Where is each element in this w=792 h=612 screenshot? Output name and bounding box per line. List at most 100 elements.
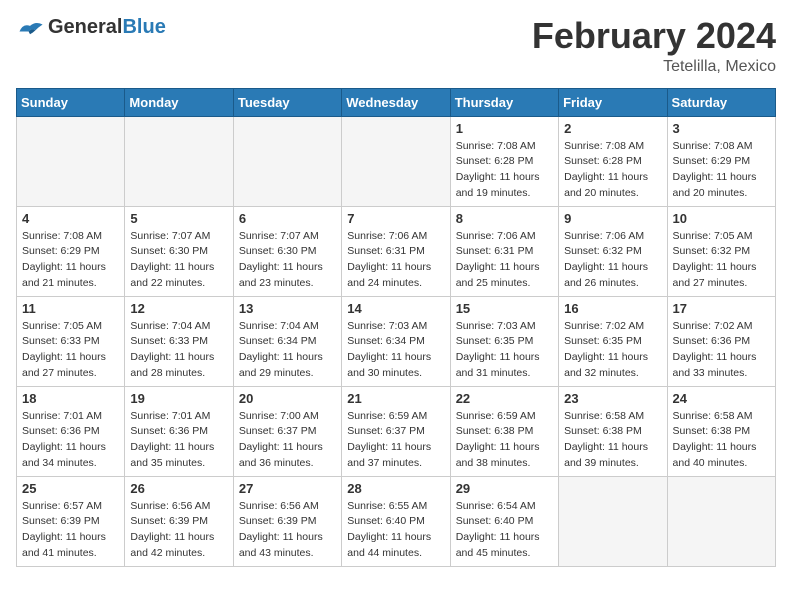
- calendar-cell: [125, 116, 233, 206]
- logo-bird-icon: [16, 17, 44, 39]
- calendar-cell: 15 Sunrise: 7:03 AMSunset: 6:35 PMDayligh…: [450, 296, 558, 386]
- logo-blue: Blue: [122, 16, 165, 38]
- day-number: 25: [22, 481, 119, 496]
- day-info: Sunrise: 6:58 AMSunset: 6:38 PMDaylight:…: [673, 409, 770, 472]
- location: Tetelilla, Mexico: [532, 58, 776, 76]
- day-info: Sunrise: 7:05 AMSunset: 6:32 PMDaylight:…: [673, 229, 770, 292]
- page-header: GeneralBlue February 2024 Tetelilla, Mex…: [16, 16, 776, 76]
- day-number: 5: [130, 211, 227, 226]
- day-info: Sunrise: 6:55 AMSunset: 6:40 PMDaylight:…: [347, 499, 444, 562]
- day-info: Sunrise: 6:58 AMSunset: 6:38 PMDaylight:…: [564, 409, 661, 472]
- calendar-cell: 17Sunrise: 7:02 AMSunset: 6:36 PMDayligh…: [667, 296, 775, 386]
- day-info: Sunrise: 6:56 AMSunset: 6:39 PMDaylight:…: [239, 499, 336, 562]
- title-block: February 2024 Tetelilla, Mexico: [532, 16, 776, 76]
- calendar-cell: 14 Sunrise: 7:03 AMSunset: 6:34 PMDayligh…: [342, 296, 450, 386]
- day-info: Sunrise: 6:57 AMSunset: 6:39 PMDaylight:…: [22, 499, 119, 562]
- calendar-cell: [233, 116, 341, 206]
- day-number: 23: [564, 391, 661, 406]
- day-number: 13: [239, 301, 336, 316]
- calendar-cell: 24 Sunrise: 6:58 AMSunset: 6:38 PMDayligh…: [667, 386, 775, 476]
- day-number: 20: [239, 391, 336, 406]
- calendar-cell: 13 Sunrise: 7:04 AMSunset: 6:34 PMDayligh…: [233, 296, 341, 386]
- calendar-cell: 9 Sunrise: 7:06 AMSunset: 6:32 PMDaylight…: [559, 206, 667, 296]
- day-number: 7: [347, 211, 444, 226]
- calendar-cell: 19 Sunrise: 7:01 AMSunset: 6:36 PMDayligh…: [125, 386, 233, 476]
- calendar-cell: 11Sunrise: 7:05 AMSunset: 6:33 PMDayligh…: [17, 296, 125, 386]
- day-number: 22: [456, 391, 553, 406]
- day-info: Sunrise: 7:07 AMSunset: 6:30 PMDaylight:…: [239, 229, 336, 292]
- day-number: 4: [22, 211, 119, 226]
- logo: GeneralBlue: [16, 16, 166, 39]
- calendar-cell: 21 Sunrise: 6:59 AMSunset: 6:37 PMDayligh…: [342, 386, 450, 476]
- calendar-cell: 29 Sunrise: 6:54 AMSunset: 6:40 PMDayligh…: [450, 476, 558, 566]
- day-info: Sunrise: 7:04 AMSunset: 6:34 PMDaylight:…: [239, 319, 336, 382]
- calendar-week-3: 11Sunrise: 7:05 AMSunset: 6:33 PMDayligh…: [17, 296, 776, 386]
- day-info: Sunrise: 7:06 AMSunset: 6:32 PMDaylight:…: [564, 229, 661, 292]
- day-header-saturday: Saturday: [667, 88, 775, 116]
- day-number: 9: [564, 211, 661, 226]
- calendar-cell: 27 Sunrise: 6:56 AMSunset: 6:39 PMDayligh…: [233, 476, 341, 566]
- day-number: 12: [130, 301, 227, 316]
- day-number: 14: [347, 301, 444, 316]
- day-number: 24: [673, 391, 770, 406]
- day-header-monday: Monday: [125, 88, 233, 116]
- day-number: 21: [347, 391, 444, 406]
- day-info: Sunrise: 7:02 AMSunset: 6:36 PMDaylight:…: [673, 319, 770, 382]
- calendar-cell: [667, 476, 775, 566]
- calendar-cell: 10Sunrise: 7:05 AMSunset: 6:32 PMDayligh…: [667, 206, 775, 296]
- calendar-cell: 4 Sunrise: 7:08 AMSunset: 6:29 PMDaylight…: [17, 206, 125, 296]
- day-info: Sunrise: 7:03 AMSunset: 6:35 PMDaylight:…: [456, 319, 553, 382]
- day-number: 1: [456, 121, 553, 136]
- logo-general: General: [48, 16, 122, 38]
- day-number: 26: [130, 481, 227, 496]
- day-info: Sunrise: 7:05 AMSunset: 6:33 PMDaylight:…: [22, 319, 119, 382]
- day-info: Sunrise: 7:08 AMSunset: 6:29 PMDaylight:…: [22, 229, 119, 292]
- day-number: 6: [239, 211, 336, 226]
- day-number: 29: [456, 481, 553, 496]
- calendar-header-row: SundayMondayTuesdayWednesdayThursdayFrid…: [17, 88, 776, 116]
- day-header-friday: Friday: [559, 88, 667, 116]
- day-info: Sunrise: 6:59 AMSunset: 6:38 PMDaylight:…: [456, 409, 553, 472]
- day-number: 15: [456, 301, 553, 316]
- calendar-cell: 28 Sunrise: 6:55 AMSunset: 6:40 PMDayligh…: [342, 476, 450, 566]
- calendar-cell: 6 Sunrise: 7:07 AMSunset: 6:30 PMDaylight…: [233, 206, 341, 296]
- calendar-cell: [342, 116, 450, 206]
- day-number: 19: [130, 391, 227, 406]
- day-info: Sunrise: 7:08 AMSunset: 6:28 PMDaylight:…: [564, 139, 661, 202]
- calendar-week-1: 1 Sunrise: 7:08 AMSunset: 6:28 PMDaylight…: [17, 116, 776, 206]
- day-info: Sunrise: 6:59 AMSunset: 6:37 PMDaylight:…: [347, 409, 444, 472]
- day-info: Sunrise: 6:54 AMSunset: 6:40 PMDaylight:…: [456, 499, 553, 562]
- calendar-cell: 25 Sunrise: 6:57 AMSunset: 6:39 PMDayligh…: [17, 476, 125, 566]
- day-info: Sunrise: 7:03 AMSunset: 6:34 PMDaylight:…: [347, 319, 444, 382]
- calendar-cell: 8Sunrise: 7:06 AMSunset: 6:31 PMDaylight…: [450, 206, 558, 296]
- day-info: Sunrise: 7:00 AMSunset: 6:37 PMDaylight:…: [239, 409, 336, 472]
- day-header-tuesday: Tuesday: [233, 88, 341, 116]
- calendar-cell: 3Sunrise: 7:08 AMSunset: 6:29 PMDaylight…: [667, 116, 775, 206]
- calendar-cell: 23 Sunrise: 6:58 AMSunset: 6:38 PMDayligh…: [559, 386, 667, 476]
- day-header-wednesday: Wednesday: [342, 88, 450, 116]
- calendar-cell: 26 Sunrise: 6:56 AMSunset: 6:39 PMDayligh…: [125, 476, 233, 566]
- calendar-cell: 2Sunrise: 7:08 AMSunset: 6:28 PMDaylight…: [559, 116, 667, 206]
- calendar-cell: 12 Sunrise: 7:04 AMSunset: 6:33 PMDayligh…: [125, 296, 233, 386]
- calendar-cell: 18 Sunrise: 7:01 AMSunset: 6:36 PMDayligh…: [17, 386, 125, 476]
- day-header-thursday: Thursday: [450, 88, 558, 116]
- day-info: Sunrise: 7:08 AMSunset: 6:29 PMDaylight:…: [673, 139, 770, 202]
- calendar-cell: 7 Sunrise: 7:06 AMSunset: 6:31 PMDaylight…: [342, 206, 450, 296]
- day-number: 27: [239, 481, 336, 496]
- day-info: Sunrise: 7:08 AMSunset: 6:28 PMDaylight:…: [456, 139, 553, 202]
- day-info: Sunrise: 7:06 AMSunset: 6:31 PMDaylight:…: [347, 229, 444, 292]
- calendar-cell: [559, 476, 667, 566]
- calendar-cell: 5Sunrise: 7:07 AMSunset: 6:30 PMDaylight…: [125, 206, 233, 296]
- day-info: Sunrise: 7:01 AMSunset: 6:36 PMDaylight:…: [22, 409, 119, 472]
- day-info: Sunrise: 7:01 AMSunset: 6:36 PMDaylight:…: [130, 409, 227, 472]
- day-number: 28: [347, 481, 444, 496]
- day-number: 18: [22, 391, 119, 406]
- day-header-sunday: Sunday: [17, 88, 125, 116]
- day-number: 16: [564, 301, 661, 316]
- calendar-cell: [17, 116, 125, 206]
- calendar-cell: 20 Sunrise: 7:00 AMSunset: 6:37 PMDayligh…: [233, 386, 341, 476]
- day-info: Sunrise: 7:04 AMSunset: 6:33 PMDaylight:…: [130, 319, 227, 382]
- month-title: February 2024: [532, 16, 776, 56]
- day-info: Sunrise: 6:56 AMSunset: 6:39 PMDaylight:…: [130, 499, 227, 562]
- calendar-cell: 16Sunrise: 7:02 AMSunset: 6:35 PMDayligh…: [559, 296, 667, 386]
